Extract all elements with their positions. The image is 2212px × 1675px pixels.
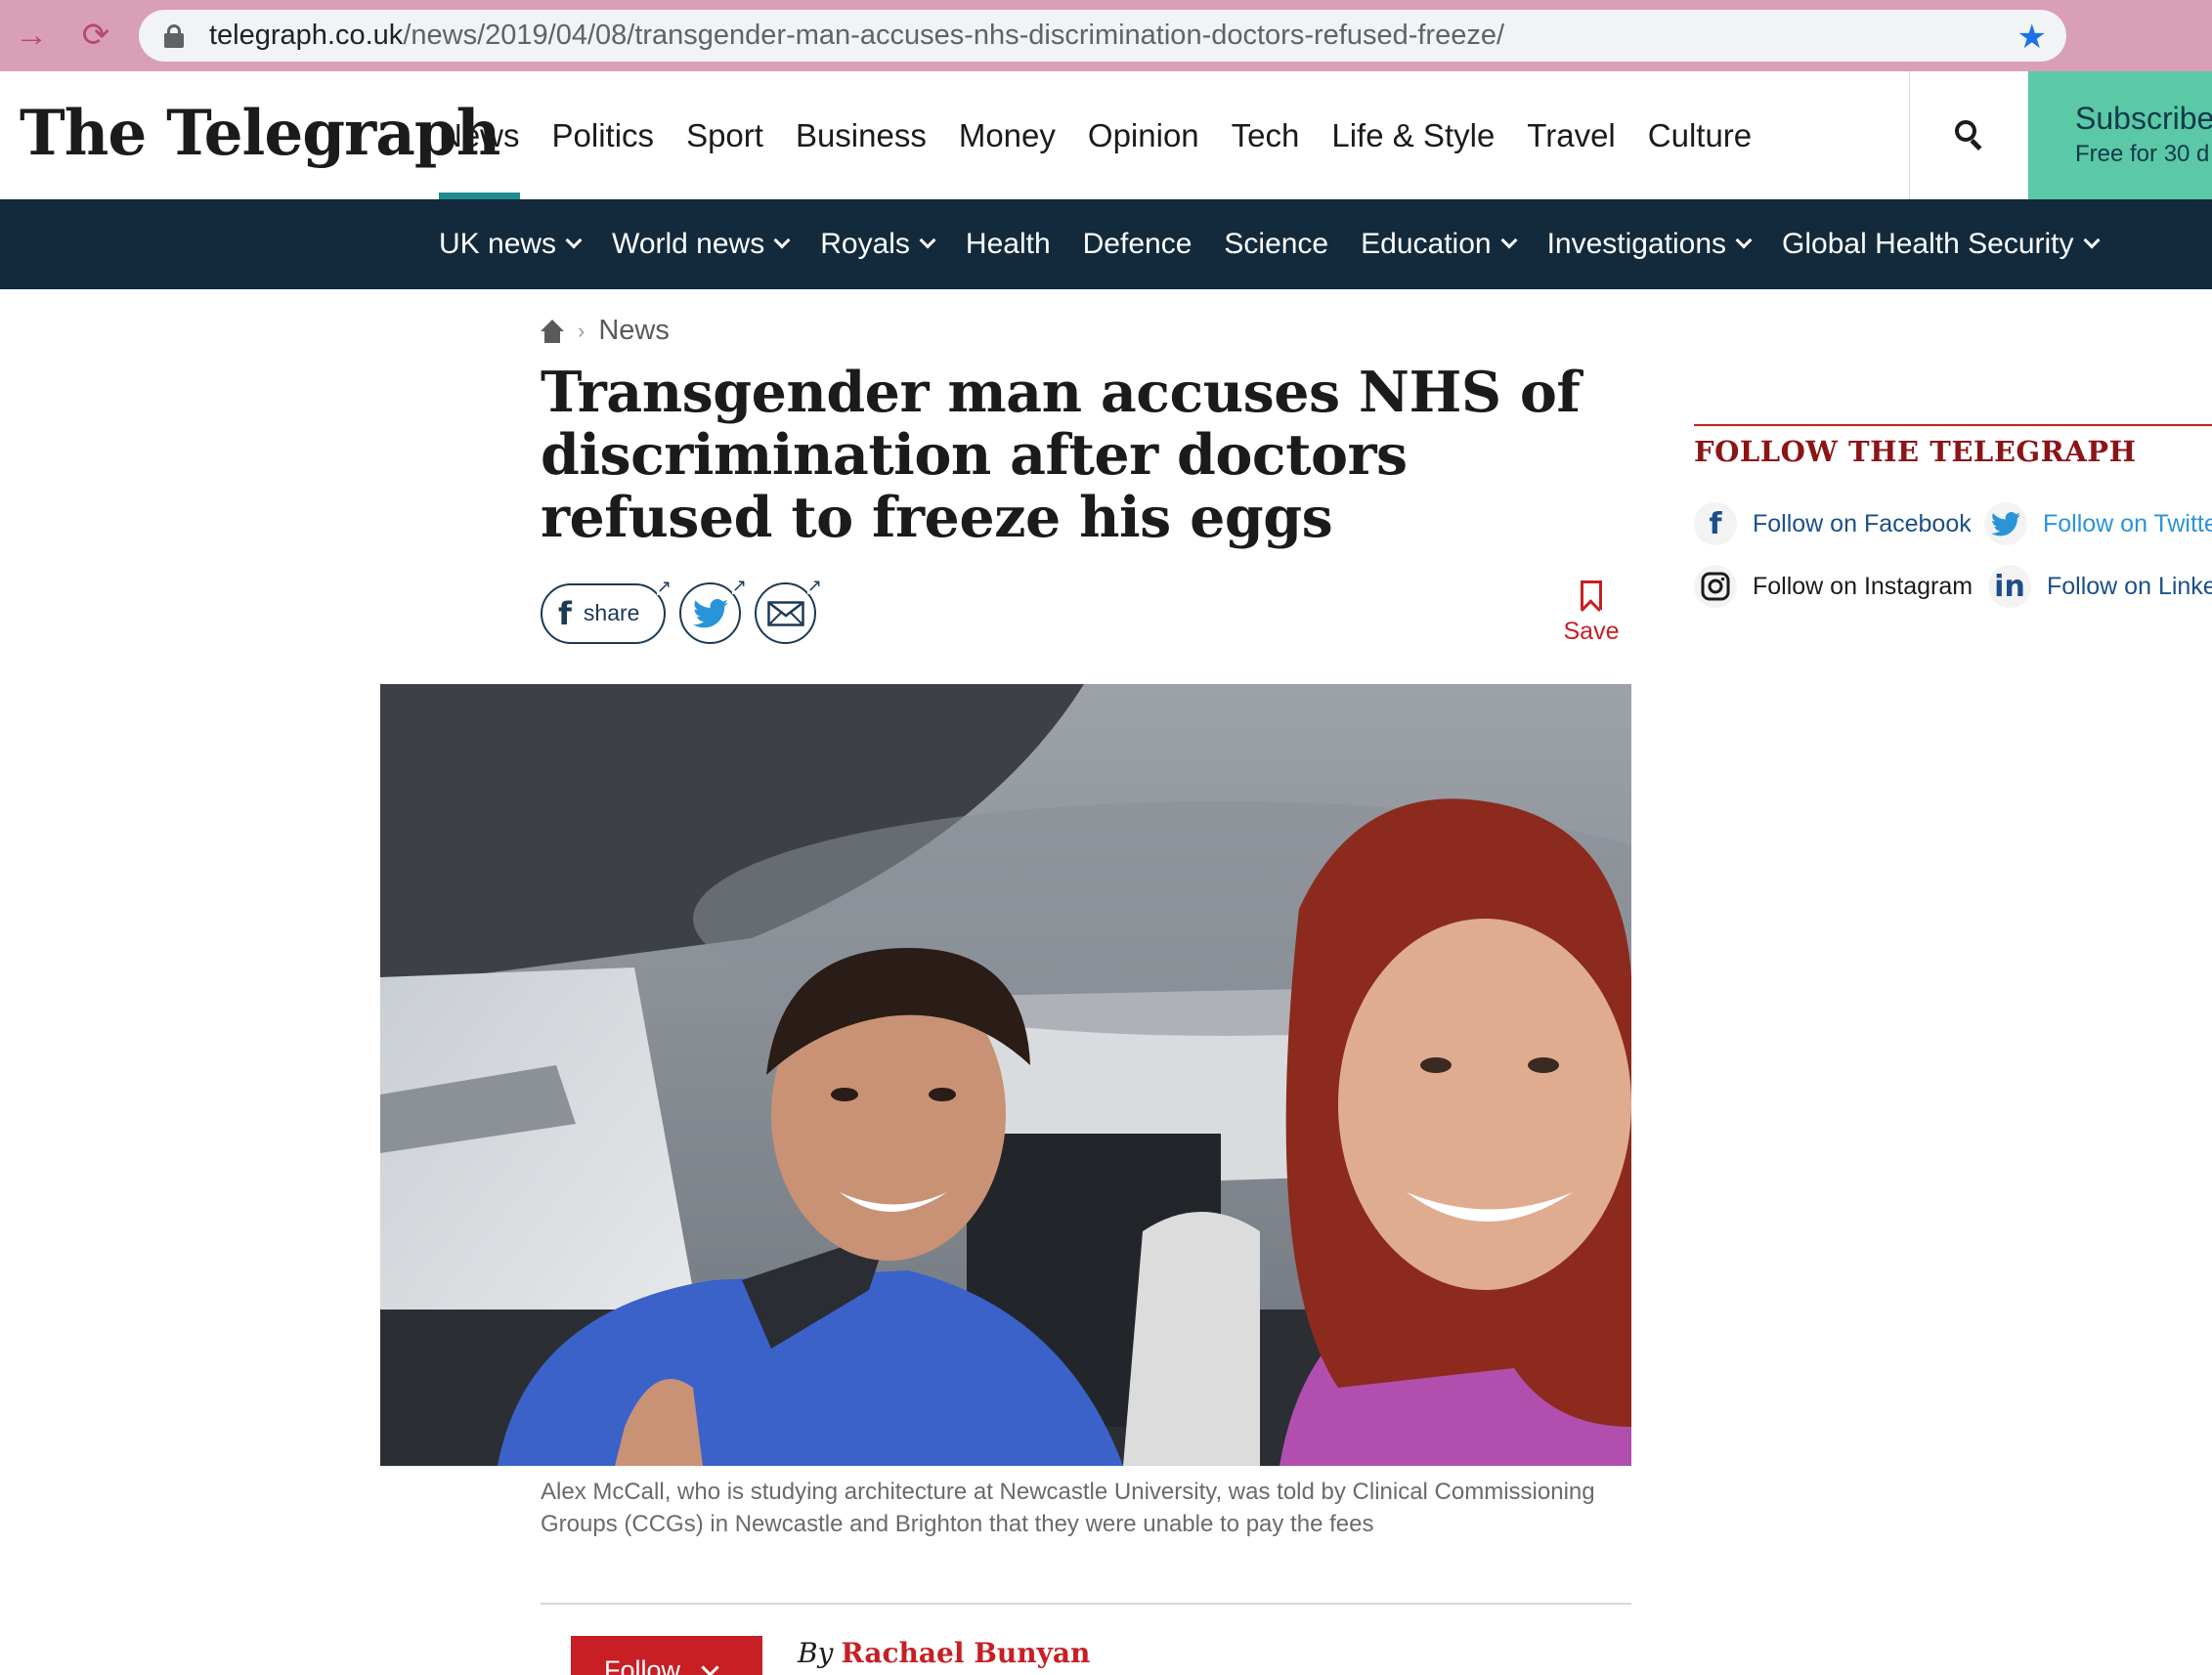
subnav-item-defence[interactable]: Defence bbox=[1083, 228, 1193, 261]
subnav-label: World news bbox=[612, 228, 765, 260]
nav-item-politics[interactable]: Politics bbox=[552, 71, 655, 199]
facebook-share-button[interactable]: f share ↗ bbox=[541, 577, 672, 644]
twitter-share-button[interactable]: ↗ bbox=[679, 577, 747, 644]
chevron-down-icon bbox=[919, 232, 936, 249]
nav-item-travel[interactable]: Travel bbox=[1527, 71, 1615, 199]
follow-label: Follow bbox=[604, 1655, 681, 1675]
subnav-item-health[interactable]: Health bbox=[966, 228, 1051, 261]
byline: By Rachael Bunyan bbox=[798, 1637, 1090, 1669]
save-label: Save bbox=[1563, 618, 1620, 645]
email-icon bbox=[766, 600, 804, 626]
subscribe-button[interactable]: Subscribe Free for 30 d bbox=[2028, 71, 2212, 199]
chevron-down-icon bbox=[1500, 232, 1518, 249]
nav-item-sport[interactable]: Sport bbox=[686, 71, 763, 199]
bookmark-star-icon[interactable]: ★ bbox=[2017, 18, 2047, 57]
nav-item-opinion[interactable]: Opinion bbox=[1088, 71, 1199, 199]
chevron-down-icon bbox=[701, 1658, 719, 1675]
search-button[interactable] bbox=[1909, 71, 2028, 199]
byline-prefix: By bbox=[798, 1637, 834, 1669]
follow-instagram-link[interactable]: Follow on Instagram bbox=[1694, 565, 1973, 608]
url-domain: telegraph.co.uk bbox=[209, 20, 404, 51]
search-icon bbox=[1954, 119, 1984, 151]
follow-facebook-link[interactable]: f Follow on Facebook bbox=[1694, 502, 1972, 545]
nav-item-culture[interactable]: Culture bbox=[1648, 71, 1752, 199]
chevron-down-icon bbox=[2083, 232, 2100, 249]
instagram-icon bbox=[1694, 565, 1737, 608]
article-headline: Transgender man accuses NHS of discrimin… bbox=[541, 360, 1581, 550]
section-nav: UK news World news Royals Health Defence… bbox=[0, 199, 2212, 289]
bookmark-icon bbox=[1581, 580, 1602, 610]
email-share-button[interactable]: ↗ bbox=[755, 577, 822, 644]
follow-instagram-label: Follow on Instagram bbox=[1753, 572, 1973, 600]
subnav-label: Defence bbox=[1082, 228, 1193, 260]
breadcrumb-news-link[interactable]: News bbox=[598, 315, 670, 347]
subnav-label: UK news bbox=[439, 228, 557, 260]
sidebar-divider bbox=[1694, 424, 2212, 426]
divider bbox=[541, 1603, 1631, 1605]
subnav-item-global-health-security[interactable]: Global Health Security bbox=[1782, 228, 2100, 261]
author-link[interactable]: Rachael Bunyan bbox=[841, 1637, 1090, 1669]
primary-nav: News Politics Sport Business Money Opini… bbox=[439, 71, 1784, 199]
nav-item-life-style[interactable]: Life & Style bbox=[1331, 71, 1495, 199]
follow-facebook-label: Follow on Facebook bbox=[1753, 509, 1972, 537]
facebook-icon: f bbox=[1694, 502, 1737, 545]
follow-twitter-label: Follow on Twitte bbox=[2043, 509, 2212, 537]
share-bar: f share ↗ ↗ ↗ bbox=[541, 577, 822, 644]
chevron-down-icon bbox=[565, 232, 583, 249]
external-link-icon: ↗ bbox=[806, 576, 822, 595]
twitter-icon bbox=[1984, 502, 2027, 545]
follow-linkedin-label: Follow on Linke bbox=[2047, 572, 2212, 600]
sidebar-title: FOLLOW THE TELEGRAPH bbox=[1694, 435, 2137, 468]
external-link-icon: ↗ bbox=[731, 576, 747, 595]
reload-icon[interactable]: ⟳ bbox=[74, 14, 117, 57]
subnav-item-royals[interactable]: Royals bbox=[820, 228, 936, 261]
home-icon[interactable] bbox=[541, 319, 564, 343]
follow-author-button[interactable]: Follow bbox=[571, 1636, 762, 1675]
follow-twitter-link[interactable]: Follow on Twitte bbox=[1984, 502, 2212, 545]
telegraph-logo[interactable]: The Telegraph bbox=[20, 97, 500, 170]
nav-item-news[interactable]: News bbox=[439, 71, 520, 199]
lock-icon bbox=[164, 23, 184, 48]
subscribe-title: Subscribe bbox=[2075, 101, 2212, 136]
subnav-label: Health bbox=[965, 228, 1051, 260]
external-link-icon: ↗ bbox=[656, 576, 672, 596]
twitter-icon bbox=[692, 598, 728, 627]
article-hero-image bbox=[380, 684, 1631, 1466]
address-bar[interactable]: telegraph.co.uk/news/2019/04/08/transgen… bbox=[139, 10, 2066, 62]
nav-item-tech[interactable]: Tech bbox=[1232, 71, 1300, 199]
subnav-label: Royals bbox=[820, 228, 910, 260]
subnav-item-world-news[interactable]: World news bbox=[612, 228, 791, 261]
subnav-label: Education bbox=[1361, 228, 1492, 260]
url-text: telegraph.co.uk/news/2019/04/08/transgen… bbox=[209, 20, 1504, 52]
share-label: share bbox=[583, 600, 640, 625]
breadcrumb-separator-icon: › bbox=[578, 318, 586, 343]
subnav-label: Global Health Security bbox=[1782, 228, 2074, 260]
subnav-label: Investigations bbox=[1546, 228, 1727, 260]
url-path: /news/2019/04/08/transgender-man-accuses… bbox=[403, 20, 1505, 51]
subnav-item-science[interactable]: Science bbox=[1224, 228, 1328, 261]
chevron-down-icon bbox=[773, 232, 791, 249]
site-header: The Telegraph News Politics Sport Busine… bbox=[0, 71, 2212, 199]
image-caption: Alex McCall, who is studying architectur… bbox=[541, 1479, 1595, 1537]
facebook-icon: f bbox=[558, 594, 572, 632]
forward-arrow-icon[interactable]: → bbox=[10, 14, 53, 57]
subnav-item-education[interactable]: Education bbox=[1361, 228, 1518, 261]
breadcrumb: › News bbox=[541, 315, 670, 347]
save-button[interactable]: Save bbox=[1562, 580, 1621, 646]
car-selfie-photo bbox=[380, 684, 1631, 1466]
subnav-label: Science bbox=[1224, 228, 1329, 260]
subscribe-subtitle: Free for 30 d bbox=[2075, 141, 2210, 167]
subnav-item-investigations[interactable]: Investigations bbox=[1546, 228, 1753, 261]
nav-item-business[interactable]: Business bbox=[796, 71, 927, 199]
chevron-down-icon bbox=[1735, 232, 1753, 249]
nav-item-money[interactable]: Money bbox=[959, 71, 1056, 199]
browser-toolbar: → ⟳ telegraph.co.uk/news/2019/04/08/tran… bbox=[0, 0, 2212, 71]
subnav-item-uk-news[interactable]: UK news bbox=[439, 228, 583, 261]
follow-linkedin-link[interactable]: in Follow on Linke bbox=[1988, 565, 2212, 608]
linkedin-icon: in bbox=[1988, 565, 2031, 608]
